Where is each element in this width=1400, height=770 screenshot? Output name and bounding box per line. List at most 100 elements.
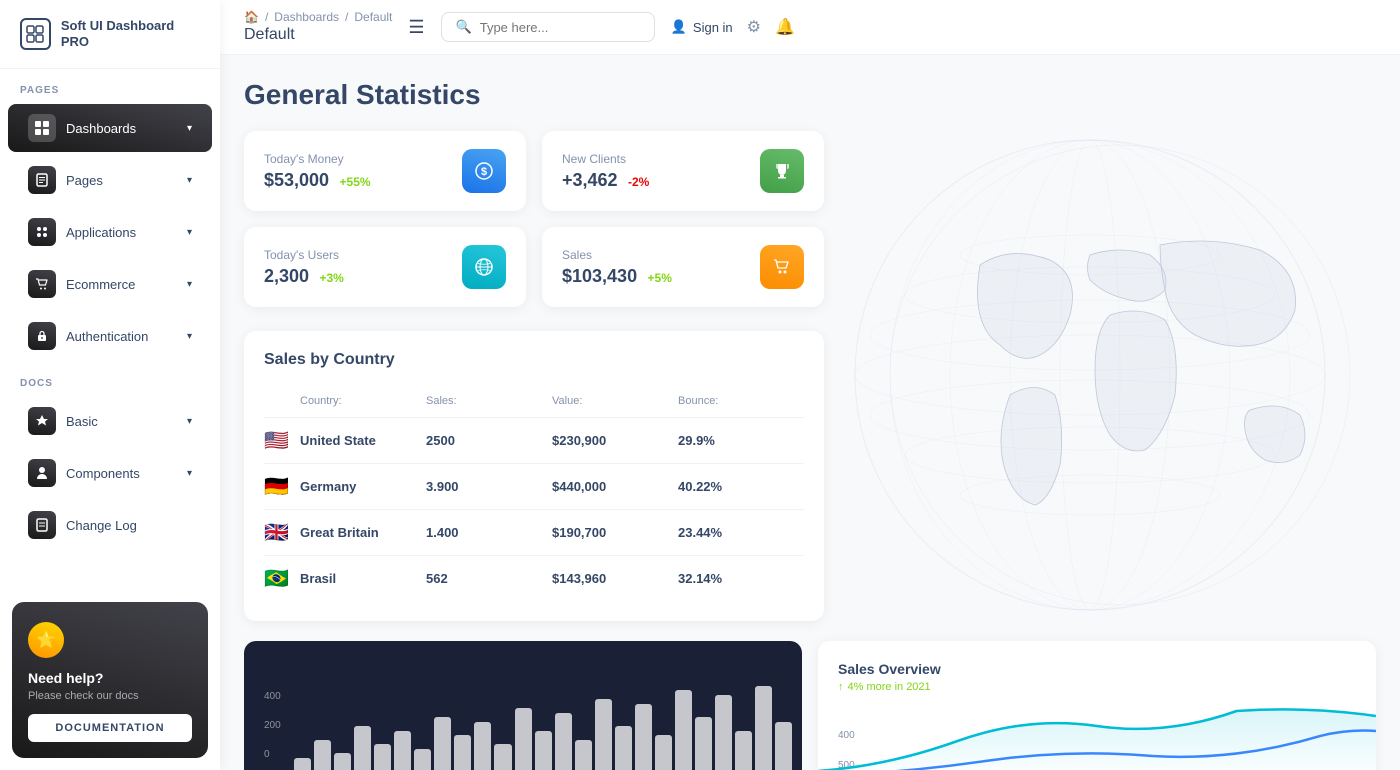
trophy-icon (760, 149, 804, 193)
sales-br: 562 (426, 571, 552, 586)
sidebar-item-components[interactable]: Components ▾ (8, 449, 212, 497)
stat-label-clients: New Clients (562, 152, 649, 166)
money-icon: $ (462, 149, 506, 193)
stat-change-clients: -2% (628, 175, 649, 189)
value-us: $230,900 (552, 433, 678, 448)
breadcrumb-current-inline: Default (354, 10, 392, 24)
bounce-gb: 23.44% (678, 525, 804, 540)
sidebar-item-authentication-label: Authentication (66, 329, 148, 344)
stat-label-sales: Sales (562, 248, 672, 262)
help-box-title: Need help? (28, 670, 192, 686)
bar (374, 744, 391, 770)
sales-us: 2500 (426, 433, 552, 448)
bar (775, 722, 792, 770)
col-country: Country: (300, 395, 426, 407)
stat-card-money: Today's Money $53,000 +55% $ (244, 131, 526, 211)
search-icon: 🔍 (456, 19, 472, 35)
topbar-actions: 👤 Sign in ⚙ 🔔 (671, 17, 795, 37)
docs-section-label: DOCS (0, 362, 220, 395)
sales-table-title: Sales by Country (264, 351, 804, 369)
topbar: 🏠 / Dashboards / Default Default ☰ 🔍 👤 S… (220, 0, 1400, 55)
value-br: $143,960 (552, 571, 678, 586)
table-row: 🇬🇧 Great Britain 1.400 $190,700 23.44% (264, 510, 804, 556)
dashboards-icon (28, 114, 56, 142)
sidebar-item-pages-label: Pages (66, 173, 103, 188)
table-row: 🇩🇪 Germany 3.900 $440,000 40.22% (264, 464, 804, 510)
chevron-down-icon: ▾ (187, 468, 192, 479)
applications-icon (28, 218, 56, 246)
hamburger-icon[interactable]: ☰ (408, 17, 424, 38)
bar (595, 699, 612, 770)
search-input[interactable] (480, 20, 640, 35)
stat-value-clients: +3,462 (562, 170, 618, 190)
chevron-down-icon: ▾ (187, 175, 192, 186)
sidebar-item-applications[interactable]: Applications ▾ (8, 208, 212, 256)
bar (434, 717, 451, 770)
pages-icon (28, 166, 56, 194)
bar (555, 713, 572, 770)
table-row: 🇧🇷 Brasil 562 $143,960 32.14% (264, 556, 804, 601)
stats-grid: Today's Money $53,000 +55% $ New Client (244, 131, 824, 307)
bar (635, 704, 652, 770)
sidebar-logo: Soft UI Dashboard PRO (0, 0, 220, 69)
sidebar-item-dashboards[interactable]: Dashboards ▾ (8, 104, 212, 152)
sidebar-item-basic[interactable]: Basic ▾ (8, 397, 212, 445)
stat-change-sales: +5% (648, 271, 672, 285)
line-chart (818, 701, 1376, 770)
components-icon (28, 459, 56, 487)
chevron-down-icon: ▾ (187, 227, 192, 238)
ecommerce-icon (28, 270, 56, 298)
sales-overview-card: Sales Overview ↑ 4% more in 2021 500 400 (818, 641, 1376, 770)
sidebar-item-dashboards-label: Dashboards (66, 121, 136, 136)
bar (474, 722, 491, 770)
stat-change-users: +3% (320, 271, 344, 285)
sidebar-item-components-label: Components (66, 466, 140, 481)
bounce-de: 40.22% (678, 479, 804, 494)
flag-gb: 🇬🇧 (264, 520, 300, 545)
table-header: Country: Sales: Value: Bounce: (264, 385, 804, 418)
country-us: United State (300, 433, 426, 448)
value-de: $440,000 (552, 479, 678, 494)
sidebar-item-authentication[interactable]: Authentication ▾ (8, 312, 212, 360)
country-gb: Great Britain (300, 525, 426, 540)
sidebar-item-ecommerce-label: Ecommerce (66, 277, 135, 292)
country-de: Germany (300, 479, 426, 494)
bar (394, 731, 411, 770)
sales-overview-subtitle: ↑ 4% more in 2021 (838, 681, 1356, 693)
bar (535, 731, 552, 770)
sales-by-country-card: Sales by Country Country: Sales: Value: … (244, 331, 824, 621)
bounce-br: 32.14% (678, 571, 804, 586)
notification-icon[interactable]: 🔔 (775, 17, 795, 37)
bounce-us: 29.9% (678, 433, 804, 448)
breadcrumb-parent: Dashboards (274, 10, 339, 24)
bar (515, 708, 532, 770)
settings-icon[interactable]: ⚙ (747, 17, 761, 37)
stat-value-sales: $103,430 (562, 266, 637, 286)
sign-in-button[interactable]: 👤 Sign in (671, 19, 733, 35)
y-label-400: 400 (264, 691, 281, 702)
breadcrumb-current: Default (244, 26, 392, 44)
search-box[interactable]: 🔍 (441, 12, 655, 42)
breadcrumb-separator-2: / (345, 10, 348, 24)
sidebar-item-applications-label: Applications (66, 225, 136, 240)
sidebar-item-ecommerce[interactable]: Ecommerce ▾ (8, 260, 212, 308)
breadcrumb-separator-1: / (265, 10, 268, 24)
bar (695, 717, 712, 770)
stat-value-money: $53,000 (264, 170, 329, 190)
value-gb: $190,700 (552, 525, 678, 540)
stat-value-users: 2,300 (264, 266, 309, 286)
bottom-charts: 400 200 0 Sales Overview ↑ 4% more in 20… (244, 641, 1376, 770)
basic-icon (28, 407, 56, 435)
bar (414, 749, 431, 770)
help-box: ⭐ Need help? Please check our docs DOCUM… (12, 602, 208, 758)
sidebar-item-pages[interactable]: Pages ▾ (8, 156, 212, 204)
bar (575, 740, 592, 770)
home-icon: 🏠 (244, 10, 259, 24)
help-box-subtitle: Please check our docs (28, 690, 192, 702)
documentation-button[interactable]: DOCUMENTATION (28, 714, 192, 742)
bar (494, 744, 511, 770)
sidebar-item-changelog[interactable]: Change Log (8, 501, 212, 549)
bar-chart (294, 681, 792, 770)
bar (615, 726, 632, 770)
authentication-icon (28, 322, 56, 350)
